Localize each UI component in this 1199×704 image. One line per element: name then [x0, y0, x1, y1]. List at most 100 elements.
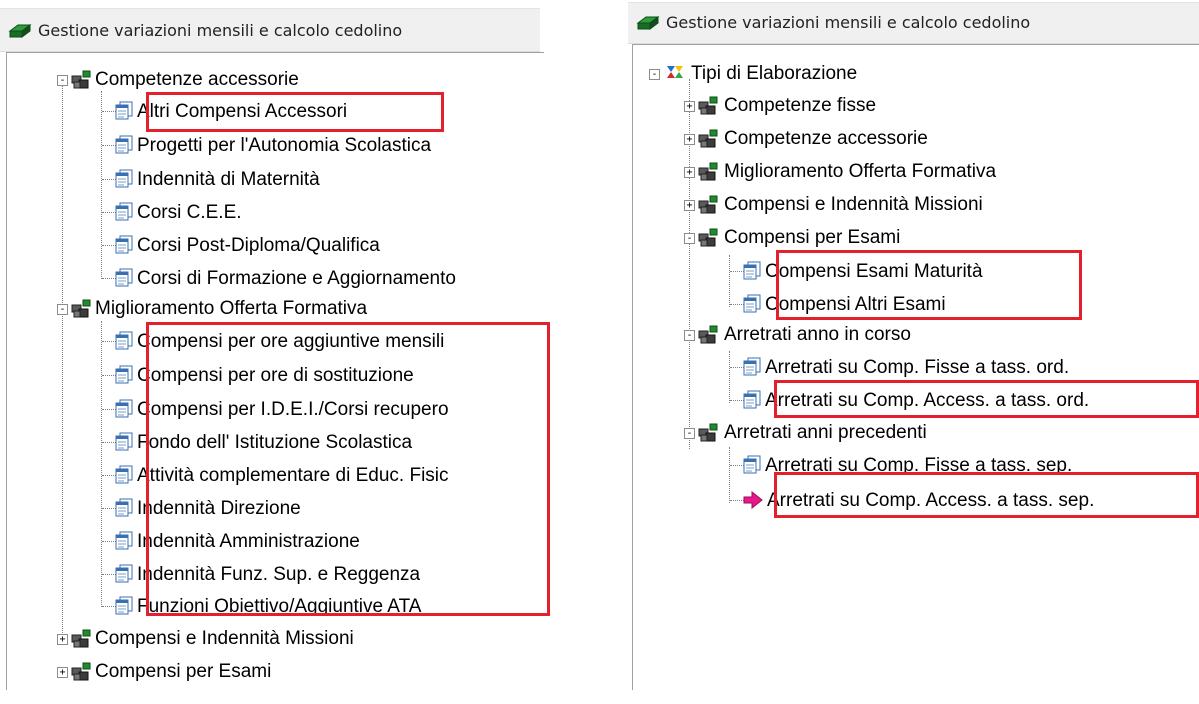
group-folder-icon	[71, 629, 91, 648]
collapse-icon[interactable]: -	[684, 233, 695, 244]
tree-group-label: Competenze fisse	[724, 95, 877, 116]
document-icon	[115, 498, 133, 517]
document-icon	[115, 235, 133, 254]
expand-icon[interactable]: +	[684, 134, 695, 145]
tree-item-label: Corsi Post-Diploma/Qualifica	[137, 235, 380, 256]
tree-group-competenze-fisse[interactable]: + Competenze fisse	[684, 91, 984, 121]
tree-group-label: Miglioramento Offerta Formativa	[724, 161, 997, 182]
document-icon	[115, 268, 133, 287]
left-window-title: Gestione variazioni mensili e calcolo ce…	[38, 21, 403, 40]
tree-item[interactable]: Corsi Post-Diploma/Qualifica	[115, 231, 455, 261]
tree-group-miglioramento-offerta[interactable]: - Miglioramento Offerta Formativa	[57, 294, 457, 324]
tree-connector	[102, 508, 116, 509]
left-tree-panel: Gestione variazioni mensili e calcolo ce…	[0, 0, 552, 704]
group-folder-icon	[698, 325, 718, 344]
tree-connector	[102, 574, 116, 575]
tree-group-label: Arretrati anno in corso	[724, 324, 911, 345]
tree-group-label: Compensi per Esami	[724, 227, 901, 248]
document-icon	[115, 432, 133, 451]
expand-icon[interactable]: +	[684, 167, 695, 178]
tree-group-miglioramento-offerta[interactable]: + Miglioramento Offerta Formativa	[684, 157, 1064, 187]
tree-group-compensi-esami[interactable]: + Compensi per Esami	[57, 657, 457, 687]
tree-item[interactable]: Progetti per l'Autonomia Scolastica	[115, 131, 535, 161]
group-folder-icon	[71, 299, 91, 318]
tree-connector	[730, 400, 744, 401]
highlight-box	[776, 250, 1082, 320]
document-icon	[115, 331, 133, 350]
tree-connector	[101, 91, 102, 279]
left-title-bar: Gestione variazioni mensili e calcolo ce…	[0, 8, 540, 52]
right-window-title: Gestione variazioni mensili e calcolo ce…	[666, 13, 1031, 32]
tree-group-compensi-missioni[interactable]: + Compensi e Indennità Missioni	[684, 190, 1064, 220]
group-folder-icon	[698, 162, 718, 181]
collapse-icon[interactable]: -	[684, 428, 695, 439]
books-icon	[9, 24, 31, 38]
document-icon	[743, 294, 761, 313]
expand-icon[interactable]: +	[684, 101, 695, 112]
tree-connector	[730, 500, 744, 501]
tree-item[interactable]: Indennità di Maternità	[115, 165, 415, 195]
tree-item-label: Indennità di Maternità	[137, 169, 320, 190]
tree-item[interactable]: Arretrati su Comp. Fisse a tass. ord.	[743, 353, 1193, 383]
tree-item-label: Corsi di Formazione e Aggiornamento	[137, 268, 456, 289]
tree-root-label: Tipi di Elaborazione	[691, 63, 858, 84]
tree-group-compensi-missioni[interactable]: + Compensi e Indennità Missioni	[57, 624, 457, 654]
document-icon	[743, 357, 761, 376]
highlight-box	[774, 472, 1199, 518]
tree-group-arretrati-anni-precedenti[interactable]: - Arretrati anni precedenti	[684, 418, 1024, 448]
document-icon	[115, 169, 133, 188]
tree-connector	[62, 85, 63, 645]
tree-connector	[102, 442, 116, 443]
document-icon	[115, 596, 133, 615]
tree-group-label: Compensi per Esami	[95, 661, 272, 682]
tree-group-competenze-accessorie[interactable]: + Competenze accessorie	[684, 124, 984, 154]
process-types-icon	[667, 66, 683, 78]
group-folder-icon	[71, 662, 91, 681]
tree-connector	[102, 409, 116, 410]
tree-connector	[102, 278, 116, 279]
tree-connector	[730, 304, 744, 305]
document-icon	[743, 261, 761, 280]
tree-connector	[730, 367, 744, 368]
tree-connector	[729, 351, 730, 403]
collapse-icon[interactable]: -	[57, 304, 68, 315]
tree-group-compensi-esami[interactable]: - Compensi per Esami	[684, 223, 984, 253]
tree-group-label: Compensi e Indennità Missioni	[724, 194, 983, 215]
tree-connector	[101, 321, 102, 607]
group-folder-icon	[698, 423, 718, 442]
collapse-icon[interactable]: -	[684, 330, 695, 341]
tree-item[interactable]: Corsi C.E.E.	[115, 198, 415, 228]
collapse-icon[interactable]: -	[649, 69, 660, 80]
document-icon	[115, 202, 133, 221]
tree-root-tipi-elaborazione[interactable]: - Tipi di Elaborazione	[649, 59, 989, 89]
tree-connector	[102, 341, 116, 342]
tree-connector	[729, 447, 730, 503]
document-icon	[115, 399, 133, 418]
tree-group-label: Competenze accessorie	[724, 128, 928, 149]
highlight-box	[774, 380, 1199, 418]
tree-connector	[102, 212, 116, 213]
expand-icon[interactable]: +	[684, 200, 695, 211]
expand-icon[interactable]: +	[57, 667, 68, 678]
highlight-box	[146, 92, 444, 132]
tree-group-arretrati-anno-in-corso[interactable]: - Arretrati anno in corso	[684, 320, 1004, 350]
tree-group-label: Arretrati anni precedenti	[724, 422, 927, 443]
tree-connector	[102, 245, 116, 246]
right-tree-view[interactable]: - Tipi di Elaborazione + Competenze fiss…	[632, 44, 1199, 690]
tree-item-label: Arretrati su Comp. Fisse a tass. ord.	[765, 357, 1070, 378]
right-tree-panel: Gestione variazioni mensili e calcolo ce…	[628, 0, 1199, 704]
document-icon	[115, 365, 133, 384]
tree-group-label: Miglioramento Offerta Formativa	[95, 298, 368, 319]
group-folder-icon	[698, 228, 718, 247]
expand-icon[interactable]: +	[57, 634, 68, 645]
tree-connector	[102, 541, 116, 542]
tree-item[interactable]: Corsi di Formazione e Aggiornamento	[115, 264, 545, 294]
document-icon	[115, 564, 133, 583]
tree-connector	[102, 375, 116, 376]
highlight-box	[146, 322, 550, 616]
tree-connector	[730, 271, 744, 272]
collapse-icon[interactable]: -	[57, 75, 68, 86]
tree-group-competenze-accessorie[interactable]: - Competenze accessorie	[57, 65, 397, 95]
tree-connector	[102, 111, 116, 112]
document-icon	[115, 465, 133, 484]
